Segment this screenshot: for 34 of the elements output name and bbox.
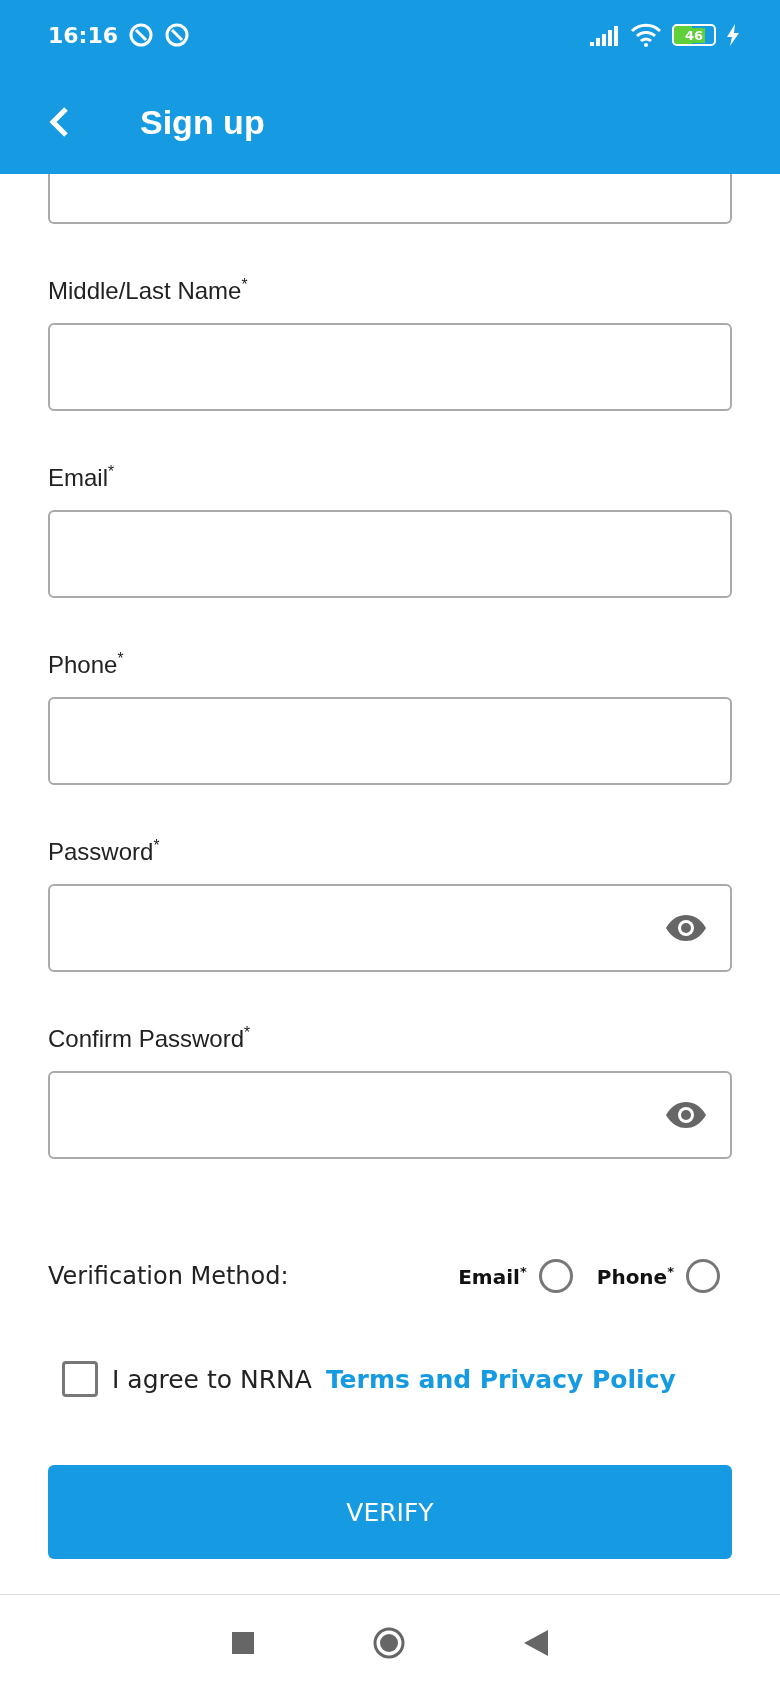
- field-label: Middle/Last Name$^{*}$: [48, 276, 249, 305]
- screen-title: Sign up: [140, 102, 265, 142]
- signal-icon: [590, 24, 620, 46]
- notification-icon: [128, 22, 155, 48]
- home-icon[interactable]: [372, 1625, 406, 1660]
- field-label: Confirm Password$^{*}$: [48, 1024, 252, 1053]
- password-field[interactable]: [48, 884, 732, 972]
- notification-icon: [164, 22, 191, 48]
- verify-button[interactable]: VERIFY: [48, 1465, 732, 1559]
- status-time: 16:16: [48, 22, 119, 48]
- input-field[interactable]: [48, 323, 732, 411]
- input-field[interactable]: [48, 174, 732, 224]
- agree-checkbox[interactable]: [62, 1361, 98, 1397]
- field-label: Password$^{*}$: [48, 837, 161, 866]
- radio-label: Email$^{*}$: [458, 1263, 527, 1289]
- eye-icon[interactable]: [664, 1101, 708, 1129]
- input-field[interactable]: [48, 510, 732, 598]
- wifi-icon: [630, 23, 662, 47]
- field-label: Phone$^{*}$: [48, 650, 125, 679]
- password-field[interactable]: [48, 1071, 732, 1159]
- input-field[interactable]: [48, 697, 732, 785]
- field-label: Email$^{*}$: [48, 463, 116, 492]
- radio-button[interactable]: [538, 1259, 573, 1293]
- radio-button[interactable]: [686, 1259, 720, 1293]
- eye-icon[interactable]: [664, 914, 708, 942]
- back-nav-icon[interactable]: [524, 1629, 548, 1656]
- agree-text: I agree to NRNA: [112, 1364, 312, 1394]
- charging-icon: [726, 24, 740, 46]
- back-icon[interactable]: [48, 106, 70, 138]
- radio-label: Phone$^{*}$: [596, 1263, 674, 1289]
- battery-level: 46: [682, 27, 706, 43]
- verification-label: Verification Method:: [48, 1262, 290, 1290]
- recents-icon[interactable]: [232, 1631, 254, 1654]
- terms-link[interactable]: Terms and Privacy Policy: [325, 1364, 676, 1394]
